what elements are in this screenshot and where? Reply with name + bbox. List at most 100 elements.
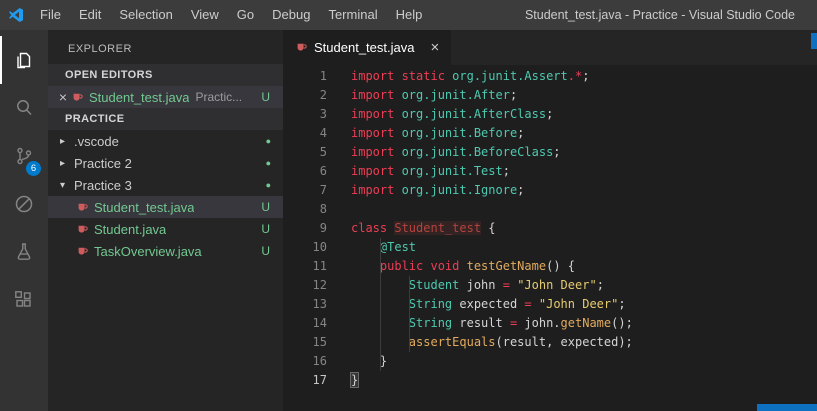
code-text: String expected = "John Deer"; (408, 297, 626, 311)
menu-terminal[interactable]: Terminal (319, 0, 386, 30)
extensions-icon (12, 288, 36, 312)
java-file-icon (76, 245, 89, 258)
practice-section-header[interactable]: PRACTICE (48, 108, 283, 130)
menu-view[interactable]: View (182, 0, 228, 30)
code-line[interactable]: 17} (283, 371, 817, 390)
tree-folder-practice-3[interactable]: ▾ Practice 3 ● (48, 174, 283, 196)
java-file-icon (295, 41, 308, 54)
code-line[interactable]: 11 public void testGetName() { (283, 257, 817, 276)
code-line[interactable]: 16 } (283, 352, 817, 371)
activity-search[interactable] (0, 84, 48, 132)
open-editor-student-test-java[interactable]: × Student_test.java Practic... U (48, 86, 283, 108)
line-number: 11 (312, 259, 327, 273)
menu-file[interactable]: File (31, 0, 70, 30)
code-editor[interactable]: 1 import static org.junit.Assert.*; 2 impor… (283, 65, 817, 411)
open-editors-list: × Student_test.java Practic... U (48, 86, 283, 108)
chevron-right-icon: ▸ (59, 135, 66, 147)
menu-go[interactable]: Go (228, 0, 263, 30)
code-text: assertEquals(result, expected); (408, 335, 633, 349)
code-line[interactable]: 13 String expected = "John Deer"; (283, 295, 817, 314)
code-line[interactable]: 3 import org.junit.AfterClass; (283, 105, 817, 124)
indent-guide (409, 276, 410, 352)
code-line[interactable]: 15 assertEquals(result, expected); (283, 333, 817, 352)
code-line[interactable]: 14 String result = john.getName(); (283, 314, 817, 333)
activity-extensions[interactable] (0, 276, 48, 324)
code-text: import org.junit.Test; (351, 164, 510, 178)
tree-folder-practice-2[interactable]: ▸ Practice 2 ● (48, 152, 283, 174)
indent-guide (380, 238, 381, 371)
activity-debug[interactable] (0, 180, 48, 228)
line-number: 4 (319, 126, 327, 140)
code-line[interactable]: 1 import static org.junit.Assert.*; (283, 67, 817, 86)
code-line[interactable]: 7 import org.junit.Ignore; (283, 181, 817, 200)
code-text: import org.junit.Ignore; (351, 183, 525, 197)
window-title: Student_test.java - Practice - Visual St… (524, 8, 795, 22)
code-line[interactable]: 8 (283, 200, 817, 219)
item-label: Practice 3 (74, 177, 132, 193)
code-text: class Student_test { (351, 221, 496, 235)
untracked-dot-icon: ● (265, 158, 271, 168)
tree-folder-vscode[interactable]: ▸ .vscode ● (48, 130, 283, 152)
flask-icon (12, 240, 36, 264)
tab-student-test-java[interactable]: Student_test.java × (283, 30, 452, 65)
line-number: 6 (319, 164, 327, 178)
tab-bar: Student_test.java × (283, 30, 817, 65)
tree-file-student-test-java[interactable]: Student_test.java U (48, 196, 283, 218)
git-status-badge: U (261, 244, 270, 258)
code-text: Student john = "John Deer"; (408, 278, 604, 292)
tab-label: Student_test.java (314, 40, 415, 55)
code-text: import org.junit.BeforeClass; (351, 145, 561, 159)
vscode-logo-icon (8, 7, 24, 23)
line-number: 5 (319, 145, 327, 159)
menu-selection[interactable]: Selection (110, 0, 181, 30)
file-tree: ▸ .vscode ● ▸ Practice 2 ● ▾ Practice 3 ● Student… (48, 130, 283, 262)
line-number: 10 (312, 240, 327, 254)
code-line[interactable]: 6 import org.junit.Test; (283, 162, 817, 181)
line-number: 17 (312, 373, 327, 387)
code-line[interactable]: 4 import org.junit.Before; (283, 124, 817, 143)
explorer-title: EXPLORER (68, 43, 132, 55)
tree-file-student-java[interactable]: Student.java U (48, 218, 283, 240)
code-line[interactable]: 5 import org.junit.BeforeClass; (283, 143, 817, 162)
activity-source-control[interactable]: 6 (0, 132, 48, 180)
item-label: TaskOverview.java (94, 243, 202, 259)
line-number: 13 (312, 297, 327, 311)
menu-debug[interactable]: Debug (263, 0, 319, 30)
line-number: 9 (319, 221, 327, 235)
editor-area: Student_test.java × 1 import static org.ju… (283, 30, 817, 411)
code-text: public void testGetName() { (379, 259, 575, 273)
line-number: 1 (319, 69, 327, 83)
close-icon[interactable]: × (55, 89, 71, 105)
line-number: 7 (319, 183, 327, 197)
git-status-badge: U (261, 222, 270, 236)
activity-test[interactable] (0, 228, 48, 276)
open-editors-section-header[interactable]: OPEN EDITORS (48, 64, 283, 86)
code-line[interactable]: 9 class Student_test { (283, 219, 817, 238)
code-line[interactable]: 2 import org.junit.After; (283, 86, 817, 105)
code-line[interactable]: 12 Student john = "John Deer"; (283, 276, 817, 295)
chevron-right-icon: ▸ (59, 157, 66, 169)
search-icon (12, 96, 36, 120)
java-file-icon (76, 201, 89, 214)
scm-count-badge: 6 (26, 161, 41, 176)
activity-bar: 6 (0, 30, 48, 411)
menu-help[interactable]: Help (387, 0, 432, 30)
git-status-badge: U (261, 200, 270, 214)
open-editor-label: Student_test.java (89, 89, 190, 105)
code-text: } (351, 354, 388, 368)
git-status-badge: U (261, 90, 270, 104)
activity-explorer[interactable] (0, 36, 48, 84)
open-editor-description: Practic... (195, 90, 243, 104)
folder-section-label: PRACTICE (65, 113, 125, 125)
menu-edit[interactable]: Edit (70, 0, 110, 30)
code-text: @Test (379, 240, 417, 254)
java-file-icon (71, 91, 84, 104)
item-label: Practice 2 (74, 155, 132, 171)
overview-ruler-decoration (811, 33, 817, 49)
vscode-window: File Edit Selection View Go Debug Terminal Help… (0, 0, 817, 411)
line-number: 12 (312, 278, 327, 292)
code-line[interactable]: 10 @Test (283, 238, 817, 257)
line-number: 2 (319, 88, 327, 102)
close-icon[interactable]: × (430, 39, 439, 56)
tree-file-taskoverview-java[interactable]: TaskOverview.java U (48, 240, 283, 262)
